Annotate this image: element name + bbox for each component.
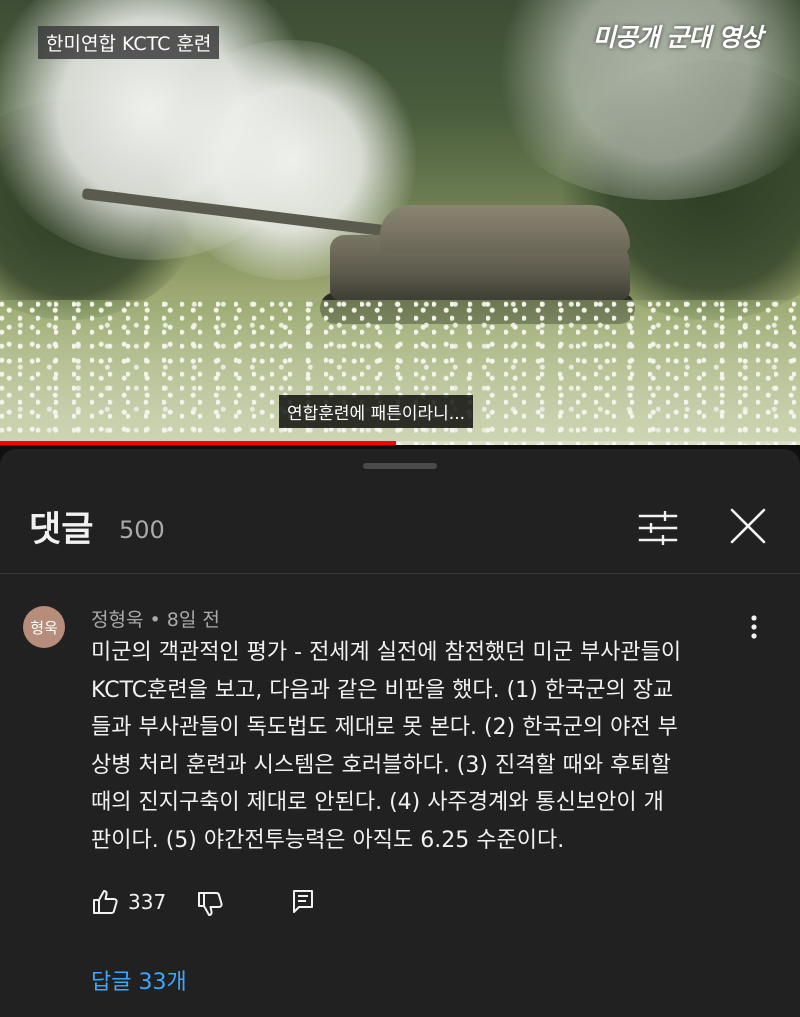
comments-count: 500 <box>119 516 165 544</box>
comment-time: 8일 전 <box>166 609 220 631</box>
video-progress-bar[interactable] <box>0 441 800 445</box>
video-progress-fill <box>0 441 396 445</box>
comment-line: 판이다. (5) 야간전투능력은 아직도 6.25 수준이다. <box>91 827 565 853</box>
header-divider <box>0 573 800 574</box>
video-player[interactable]: 한미연합 KCTC 훈련 미공개 군대 영상 연합훈련에 패튼이라니... <box>0 0 800 445</box>
avatar[interactable]: 형욱 <box>23 606 65 648</box>
comment-author[interactable]: 정형욱 <box>91 609 143 631</box>
comments-title: 댓글 <box>29 510 94 550</box>
comment-line: 상병 처리 훈련과 시스템은 호러블하다. (3) 진격할 때와 후퇴할 <box>91 752 671 778</box>
meta-separator: • <box>149 609 161 631</box>
reply-icon[interactable] <box>290 888 316 914</box>
thumbs-down-icon[interactable] <box>196 890 224 918</box>
comment-line: 미군의 객관적인 평가 - 전세계 실전에 참전했던 미군 부사관들이 <box>91 640 682 665</box>
video-subtitle: 연합훈련에 패튼이라니... <box>279 395 474 428</box>
comments-sheet: 댓글 500 형욱 정형욱 • 8일 전 미군의 객관적인 평가 - 전세계 실… <box>0 449 800 1017</box>
comment-line: 들과 부사관들이 독도법도 제대로 못 본다. (2) 한국군의 야전 부 <box>91 715 678 740</box>
comment-line: KCTC훈련을 보고, 다음과 같은 비판을 했다. (1) 한국군의 장교 <box>91 677 674 703</box>
close-icon[interactable] <box>729 507 767 545</box>
comment-line: 때의 진지구축이 제대로 안된다. (4) 사주경계와 통신보안이 개 <box>91 790 664 815</box>
tank-turret <box>380 205 630 253</box>
comment-meta: 정형욱 • 8일 전 <box>91 605 220 632</box>
comment-text: 미군의 객관적인 평가 - 전세계 실전에 참전했던 미군 부사관들이 KCTC… <box>91 634 756 859</box>
video-overlay-title: 한미연합 KCTC 훈련 <box>38 26 220 59</box>
sort-filter-icon[interactable] <box>638 510 678 546</box>
comment-actions: 337 <box>91 886 391 918</box>
channel-watermark: 미공개 군대 영상 <box>592 23 763 52</box>
like-count: 337 <box>128 890 167 914</box>
thumbs-up-icon[interactable] <box>91 888 119 916</box>
drag-handle[interactable] <box>363 463 437 469</box>
view-replies-link[interactable]: 답글 33개 <box>91 964 187 996</box>
